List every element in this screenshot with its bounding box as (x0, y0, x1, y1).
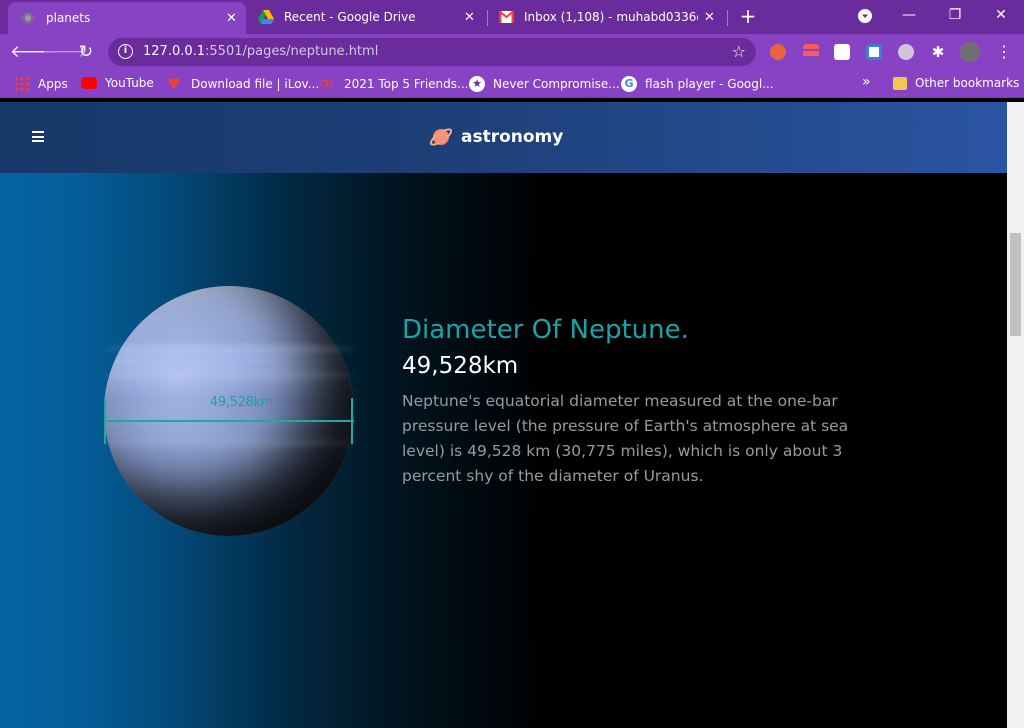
url-text: 127.0.0.1:5501/pages/neptune.html (143, 44, 379, 59)
site-info-icon[interactable]: i (118, 44, 133, 59)
bookmark-ilovepdf[interactable]: ♥ Download file | iLov... (167, 76, 319, 92)
tab-title: Recent - Google Drive (284, 10, 416, 24)
bookmark-apps[interactable]: Apps (14, 76, 68, 92)
forward-button[interactable]: 🡒 (42, 40, 88, 64)
hamburger-menu-icon[interactable] (32, 131, 44, 142)
page-content: astronomy 49,528km Diameter Of Neptune. … (0, 102, 1007, 728)
gmail-icon (498, 9, 514, 25)
diameter-label: 49,528km (209, 395, 274, 410)
cherry-icon: ꝏ (320, 76, 334, 91)
tab-strip: planets ✕ Recent - Google Drive ✕ Inbox … (0, 0, 1024, 34)
info-value: 49,528km (402, 353, 519, 379)
apps-grid-icon (14, 76, 30, 92)
address-bar[interactable]: i 127.0.0.1:5501/pages/neptune.html ☆ (108, 38, 756, 66)
extension-icon[interactable] (770, 44, 786, 60)
browser-menu-icon[interactable]: ⋮ (996, 44, 1012, 60)
info-title: Diameter Of Neptune. (402, 315, 689, 345)
info-description: Neptune's equatorial diameter measured a… (402, 392, 849, 485)
bookmark-youtube[interactable]: YouTube (81, 76, 154, 90)
tab-planets[interactable]: planets ✕ (8, 2, 246, 34)
close-tab-icon[interactable]: ✕ (704, 10, 715, 25)
bookmarks-bar: Apps YouTube ♥ Download file | iLov... ꝏ… (0, 70, 1024, 98)
youtube-icon (81, 77, 97, 89)
tab-search-button[interactable] (842, 0, 888, 32)
other-bookmarks-folder[interactable]: Other bookmarks (893, 76, 1019, 90)
more-bookmarks-button[interactable]: » (862, 74, 871, 90)
avatar[interactable] (960, 42, 980, 62)
extensions-puzzle-icon[interactable]: ✱ (930, 44, 946, 60)
diameter-line (104, 420, 354, 422)
brand-name: astronomy (461, 127, 564, 147)
extension-icon[interactable] (803, 44, 819, 60)
back-button[interactable]: 🡐 (10, 40, 56, 64)
heart-icon: ♥ (167, 75, 181, 93)
reload-button[interactable]: ↻ (74, 40, 98, 64)
bookmark-flash-player[interactable]: G flash player - Googl... (621, 76, 774, 92)
globe-icon (20, 10, 36, 26)
screen-extension-icon[interactable] (866, 44, 882, 60)
browser-toolbar: 🡐 🡒 ↻ i 127.0.0.1:5501/pages/neptune.htm… (0, 34, 1024, 70)
new-tab-button[interactable]: + (738, 5, 758, 29)
site-logo[interactable]: astronomy (428, 124, 563, 150)
close-tab-icon[interactable]: ✕ (226, 11, 237, 26)
google-drive-icon (258, 9, 274, 25)
scrollbar-thumb[interactable] (1010, 233, 1021, 336)
tab-separator (727, 10, 728, 26)
close-window-button[interactable]: ✕ (978, 0, 1024, 32)
bookmark-top-friends[interactable]: ꝏ 2021 Top 5 Friends... (320, 76, 468, 92)
diameter-info: Diameter Of Neptune. 49,528km Neptune's … (402, 314, 872, 489)
bookmark-star-icon[interactable]: ☆ (732, 42, 746, 61)
planet-image (104, 286, 354, 536)
minimize-button[interactable]: — (886, 0, 932, 32)
tab-google-drive[interactable]: Recent - Google Drive ✕ (258, 0, 484, 34)
tab-title: Inbox (1,108) - muhabd0336@gm (524, 10, 698, 24)
tab-separator (487, 10, 488, 26)
vpn-extension-icon[interactable] (898, 44, 914, 60)
google-icon: G (621, 76, 637, 92)
restore-button[interactable]: ❐ (932, 0, 978, 32)
tab-gmail[interactable]: Inbox (1,108) - muhabd0336@gm ✕ (498, 0, 722, 34)
cloud-extension-icon[interactable] (834, 44, 850, 60)
folder-icon (893, 76, 907, 90)
close-tab-icon[interactable]: ✕ (464, 10, 475, 25)
planet-icon (429, 128, 453, 146)
chevron-down-circle-icon (858, 9, 872, 23)
site-header: astronomy (0, 102, 1007, 173)
page-scrollbar[interactable] (1007, 102, 1024, 728)
tab-title: planets (46, 11, 91, 25)
star-badge-icon: ★ (469, 76, 485, 92)
neptune-planet: 49,528km (104, 286, 354, 536)
bookmark-never-compromise[interactable]: ★ Never Compromise... (469, 76, 620, 92)
